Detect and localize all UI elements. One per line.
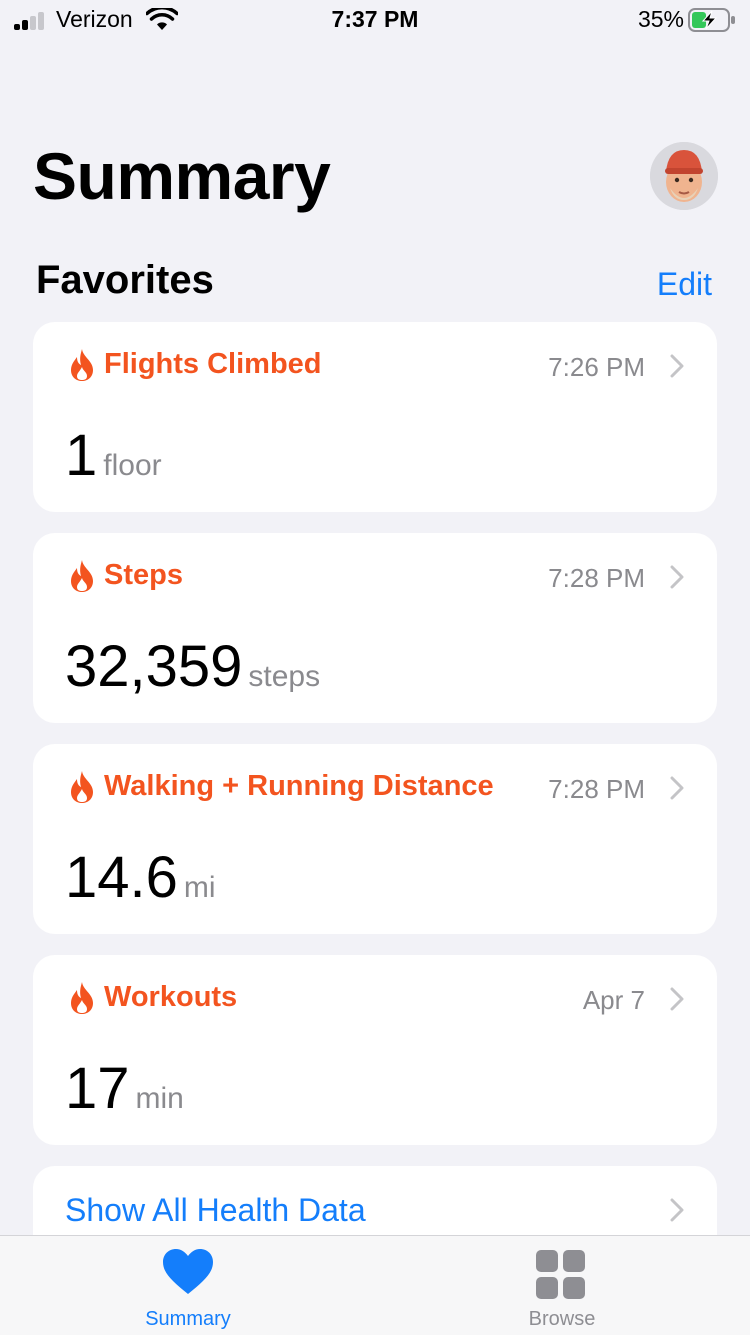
card-unit: min: [135, 1082, 184, 1115]
battery-charging-icon: [688, 8, 735, 32]
tab-label: Browse: [528, 1308, 596, 1330]
heart-icon: [163, 1249, 213, 1294]
chevron-right-icon: [670, 987, 684, 1011]
flame-icon: [71, 771, 93, 803]
card-unit: mi: [183, 871, 216, 904]
chevron-right-icon: [670, 565, 684, 589]
grid-icon: [536, 1250, 585, 1299]
card-workouts[interactable]: Workouts Apr 7 17 min: [33, 955, 717, 1145]
tab-bar: Summary Browse: [0, 1235, 750, 1335]
page-title: Summary: [33, 139, 331, 213]
tab-browse[interactable]: Browse: [462, 1236, 662, 1335]
card-value: 32,359: [65, 634, 243, 699]
profile-avatar-button[interactable]: [650, 142, 718, 210]
flame-icon: [71, 982, 93, 1014]
card-value: 1: [65, 423, 98, 488]
status-bar: Verizon 7:37 PM 35%: [0, 0, 750, 40]
card-timestamp: Apr 7: [582, 985, 645, 1015]
card-flights-climbed[interactable]: Flights Climbed 7:26 PM 1 floor: [33, 322, 717, 512]
flame-icon: [71, 560, 93, 592]
card-timestamp: 7:28 PM: [548, 563, 645, 593]
battery-percentage: 35%: [637, 6, 684, 32]
edit-button[interactable]: Edit: [657, 266, 712, 303]
card-unit: steps: [248, 660, 321, 693]
card-value: 17: [65, 1056, 130, 1121]
flame-icon: [71, 349, 93, 381]
card-value-row: 14.6 mi: [65, 844, 216, 911]
card-value-row: 32,359 steps: [65, 633, 320, 700]
tab-summary[interactable]: Summary: [88, 1236, 288, 1335]
card-unit: floor: [103, 449, 162, 482]
card-steps[interactable]: Steps 7:28 PM 32,359 steps: [33, 533, 717, 723]
memoji-avatar-icon: [650, 142, 718, 210]
chevron-right-icon: [670, 354, 684, 378]
card-title: Workouts: [104, 981, 238, 1013]
card-timestamp: 7:26 PM: [548, 352, 645, 382]
card-title: Steps: [104, 559, 183, 591]
chevron-right-icon: [670, 776, 684, 800]
card-walking-running-distance[interactable]: Walking + Running Distance 7:28 PM 14.6 m…: [33, 744, 717, 934]
card-title: Walking + Running Distance: [104, 770, 494, 802]
card-value: 14.6: [65, 845, 178, 910]
card-title: Flights Climbed: [104, 348, 322, 380]
card-value-row: 1 floor: [65, 422, 162, 489]
card-value-row: 17 min: [65, 1055, 184, 1122]
show-all-label: Show All Health Data: [65, 1192, 366, 1228]
favorites-heading: Favorites: [36, 258, 214, 302]
chevron-right-icon: [670, 1198, 684, 1222]
tab-label: Summary: [145, 1308, 231, 1330]
card-timestamp: 7:28 PM: [548, 774, 645, 804]
